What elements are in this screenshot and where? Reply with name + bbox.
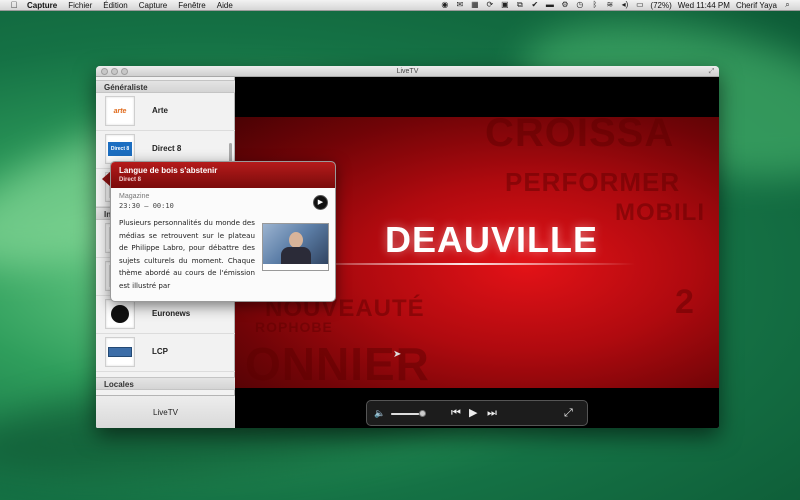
program-time: 23:30 – 00:10 [119,202,174,210]
direct8-logo: Direct 8 [105,134,135,164]
channel-name-lcp: LCP [152,347,168,356]
menu-bar:  Capture Fichier Édition Capture Fenêtr… [0,0,800,11]
program-genre: Magazine [119,193,150,200]
background-word: MOBILI [615,199,705,226]
fast-forward-icon[interactable]: ⏭ [487,406,497,420]
window-titlebar: LiveTV ⤢ [96,66,719,77]
fullscreen-icon[interactable]: ⤢ [564,406,573,420]
gear-icon[interactable]: ⚙ [560,1,569,9]
program-thumbnail [262,223,329,271]
window-icon[interactable]: ⧉ [515,1,524,9]
section-header-locales: Locales [96,377,235,390]
fullscreen-window-icon[interactable]: ⤢ [708,68,715,75]
record-icon[interactable]: ◉ [440,1,449,9]
background-word: 2 [675,283,695,321]
background-word: PERFORMER [505,167,681,197]
lens-flare [295,263,635,265]
channel-row-arte[interactable]: arte Arte [96,93,235,131]
program-title: Langue de bois s'abstenir [119,166,218,175]
battery-percentage: (72%) [650,0,672,10]
background-word: ONNIER [245,338,430,388]
sync-icon[interactable]: ⟳ [485,1,494,9]
popover-header: Langue de bois s'abstenir Direct 8 [111,162,335,188]
status-tray: ◉ ✉ ▦ ⟳ ▣ ⧉ ✔ ▬ ⚙ ◷ ᛒ ≋ ◂) ▭ (72%) Wed 1… [440,1,800,10]
menu-edition[interactable]: Édition [103,1,127,10]
menu-fichier[interactable]: Fichier [68,1,92,10]
menu-aide[interactable]: Aide [217,1,233,10]
sidebar-footer-button[interactable]: LiveTV [96,395,235,428]
channel-name-euronews: Euronews [152,309,191,318]
program-description: Plusieurs personnalités du monde des méd… [119,218,255,290]
channel-name-direct8: Direct 8 [152,144,182,153]
background-word: CROISSA [485,117,675,155]
bluetooth-icon[interactable]: ᛒ [590,1,599,9]
channel-row-lcp[interactable]: LCP [96,334,235,372]
timemachine-icon[interactable]: ◷ [575,1,584,9]
arte-logo: arte [105,96,135,126]
display-icon[interactable]: ▬ [545,1,554,9]
video-headline: DEAUVILLE [385,219,599,260]
playback-controls: 🔈 ⏮ ▶ ⏭ ⤢ [366,400,588,426]
menubar-clock[interactable]: Wed 11:44 PM [678,1,730,10]
section-header-generaliste: Généraliste [96,80,235,93]
calendar-icon[interactable]: ▦ [470,1,479,9]
background-word: ROPHOBE [255,319,333,335]
mouse-cursor-icon: ➤ [393,349,402,360]
play-program-button[interactable]: ▶ [313,195,328,210]
menu-capture[interactable]: Capture [139,1,167,10]
check-icon[interactable]: ✔ [530,1,539,9]
lcp-logo [105,337,135,367]
volume-icon[interactable]: 🔈 [374,406,385,420]
menu-fenetre[interactable]: Fenêtre [178,1,206,10]
apple-menu-icon[interactable]:  [9,0,19,10]
program-channel: Direct 8 [119,177,142,183]
program-info-popover: Langue de bois s'abstenir Direct 8 Magaz… [110,161,336,302]
clipboard-icon[interactable]: ▣ [500,1,509,9]
window-title: LiveTV [396,68,419,75]
close-window-button[interactable] [101,68,108,75]
menu-app-name[interactable]: Capture [27,1,57,10]
rewind-icon[interactable]: ⏮ [451,406,461,420]
wifi-icon[interactable]: ≋ [605,1,614,9]
play-icon[interactable]: ▶ [469,406,477,420]
minimize-window-button[interactable] [111,68,118,75]
volume-slider-knob[interactable] [419,410,426,417]
mail-icon[interactable]: ✉ [455,1,464,9]
menubar-user[interactable]: Cherif Yaya [736,1,777,10]
zoom-window-button[interactable] [121,68,128,75]
battery-icon[interactable]: ▭ [635,1,644,9]
euronews-logo [105,299,135,329]
spotlight-search-icon[interactable]: ⌕ [783,1,792,9]
channel-name-arte: Arte [152,106,169,115]
volume-icon[interactable]: ◂) [620,1,629,9]
